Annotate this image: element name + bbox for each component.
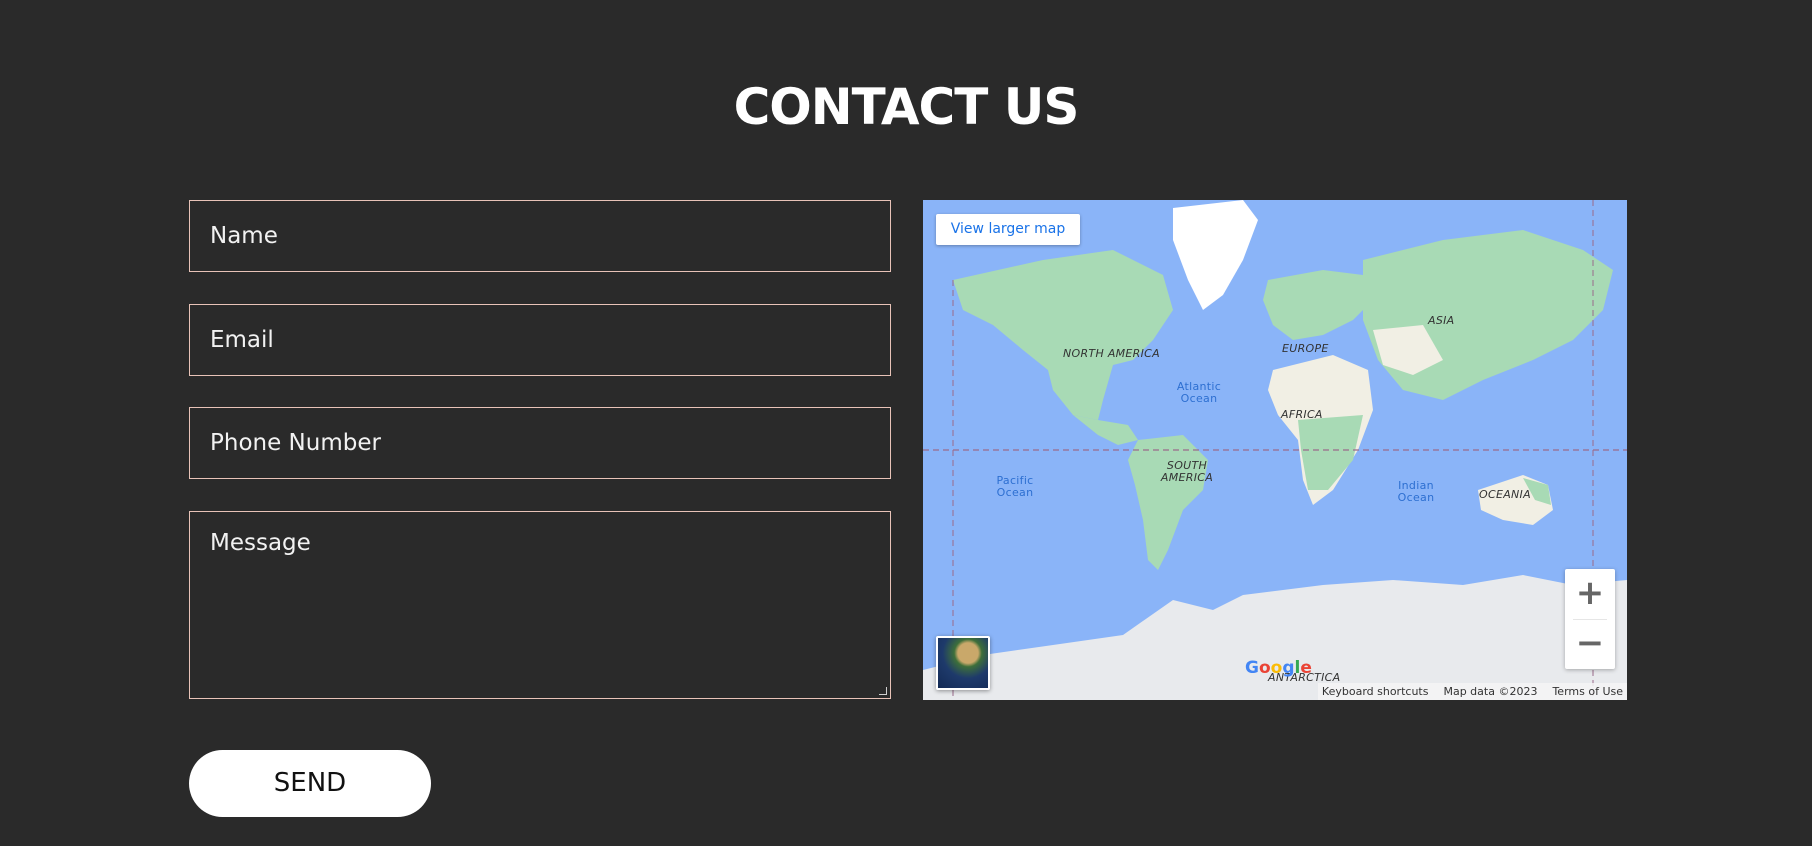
google-logo: Google [1245,658,1312,678]
satellite-toggle-thumbnail[interactable] [936,636,990,690]
embedded-map[interactable]: NORTH AMERICA SOUTH AMERICA EUROPE AFRIC… [923,200,1627,700]
label-oceania: OCEANIA [1479,488,1531,501]
phone-placeholder: Phone Number [210,430,381,456]
page-title: CONTACT US [733,78,1080,136]
label-europe: EUROPE [1282,342,1329,355]
zoom-in-button[interactable]: + [1565,569,1615,619]
world-map-graphic [923,200,1627,700]
resize-grip-icon[interactable] [879,687,887,695]
message-textarea[interactable]: Message [189,511,891,699]
send-button[interactable]: SEND [189,750,431,817]
label-pacific-ocean: Pacific Ocean [996,474,1034,499]
email-input[interactable]: Email [189,304,891,376]
email-placeholder: Email [210,327,274,353]
map-footer-bar: Keyboard shortcuts Map data ©2023 Terms … [1317,683,1627,700]
label-south-america: SOUTH AMERICA [1160,459,1214,484]
message-placeholder: Message [210,530,311,556]
zoom-out-button[interactable]: − [1565,619,1615,669]
label-atlantic-ocean: Atlantic Ocean [1176,380,1222,405]
label-north-america: NORTH AMERICA [1063,347,1160,360]
label-indian-ocean: Indian Ocean [1397,479,1435,504]
terms-of-use-link[interactable]: Terms of Use [1552,683,1623,700]
view-larger-map-link[interactable]: View larger map [936,214,1080,245]
label-africa: AFRICA [1281,408,1323,421]
label-asia: ASIA [1428,314,1455,327]
keyboard-shortcuts-link[interactable]: Keyboard shortcuts [1322,683,1429,700]
zoom-controls: + − [1565,569,1615,669]
map-data-attribution: Map data ©2023 [1443,685,1538,698]
name-placeholder: Name [210,223,278,249]
phone-input[interactable]: Phone Number [189,407,891,479]
name-input[interactable]: Name [189,200,891,272]
